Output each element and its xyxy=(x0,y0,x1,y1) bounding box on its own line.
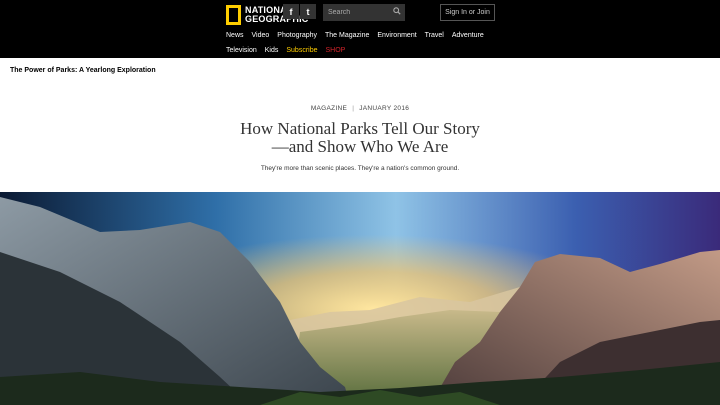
issue-date: JANUARY 2016 xyxy=(359,105,410,112)
series-link[interactable]: The Power of Parks: A Yearlong Explorati… xyxy=(10,67,156,74)
section-label[interactable]: MAGAZINE xyxy=(311,105,347,112)
nav-item-adventure[interactable]: Adventure xyxy=(452,32,484,39)
search-box xyxy=(323,4,405,21)
top-navigation-bar: NATIONAL GEOGRAPHIC f t Sign In or Join … xyxy=(0,0,720,58)
meta-separator: | xyxy=(352,105,355,112)
nav-item-video[interactable]: Video xyxy=(252,32,270,39)
nav-item-environment[interactable]: Environment xyxy=(377,32,416,39)
search-icon[interactable] xyxy=(393,7,401,15)
secondary-nav: Television Kids Subscribe SHOP xyxy=(226,47,353,54)
nav-item-the-magazine[interactable]: The Magazine xyxy=(325,32,369,39)
article-subtitle: They're more than scenic places. They're… xyxy=(260,165,460,172)
nav-item-photography[interactable]: Photography xyxy=(277,32,317,39)
nav-item-kids[interactable]: Kids xyxy=(265,47,279,54)
twitter-icon[interactable]: t xyxy=(300,4,316,19)
primary-nav: News Video Photography The Magazine Envi… xyxy=(226,32,492,39)
nav-item-subscribe[interactable]: Subscribe xyxy=(286,47,317,54)
search-input[interactable] xyxy=(328,9,388,16)
nav-item-television[interactable]: Television xyxy=(226,47,257,54)
article-meta: MAGAZINE | JANUARY 2016 xyxy=(0,105,720,112)
hero-landscape-illustration xyxy=(0,192,720,405)
article-title: How National Parks Tell Our Story —and S… xyxy=(240,119,480,156)
nav-item-travel[interactable]: Travel xyxy=(425,32,444,39)
nav-item-news[interactable]: News xyxy=(226,32,244,39)
sign-in-button[interactable]: Sign In or Join xyxy=(440,4,495,21)
yellow-rectangle-logo-icon xyxy=(226,5,241,25)
nav-item-shop[interactable]: SHOP xyxy=(326,47,346,54)
hero-image-yosemite-valley xyxy=(0,192,720,405)
facebook-icon[interactable]: f xyxy=(283,4,299,19)
